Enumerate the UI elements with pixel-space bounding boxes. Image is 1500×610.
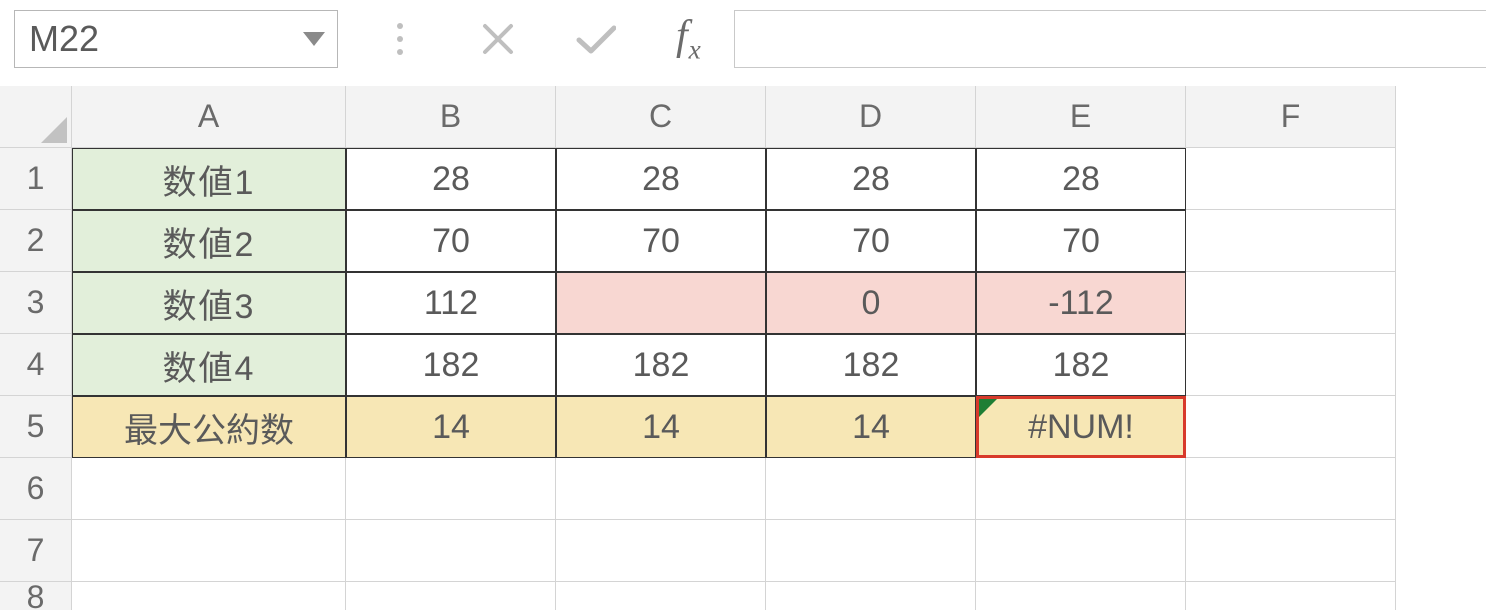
name-box[interactable]: M22 xyxy=(14,10,338,68)
insert-function-icon[interactable]: fx xyxy=(672,12,706,65)
cell-E8[interactable] xyxy=(976,582,1186,610)
formula-input[interactable] xyxy=(734,10,1486,68)
name-box-value: M22 xyxy=(29,18,99,60)
cell-F3[interactable] xyxy=(1186,272,1396,334)
cell-E3[interactable]: -112 xyxy=(976,272,1186,334)
cell-F4[interactable] xyxy=(1186,334,1396,396)
cell-D2[interactable]: 70 xyxy=(766,210,976,272)
col-header-B[interactable]: B xyxy=(346,86,556,148)
customize-qat-icon[interactable] xyxy=(378,17,422,61)
cell-B2[interactable]: 70 xyxy=(346,210,556,272)
cell-D7[interactable] xyxy=(766,520,976,582)
cell-E7[interactable] xyxy=(976,520,1186,582)
cell-C7[interactable] xyxy=(556,520,766,582)
cell-F6[interactable] xyxy=(1186,458,1396,520)
row-header-2[interactable]: 2 xyxy=(0,210,72,272)
cell-E4[interactable]: 182 xyxy=(976,334,1186,396)
cell-D6[interactable] xyxy=(766,458,976,520)
cell-D3[interactable]: 0 xyxy=(766,272,976,334)
cell-C5[interactable]: 14 xyxy=(556,396,766,458)
cell-C6[interactable] xyxy=(556,458,766,520)
cell-A1[interactable]: 数値1 xyxy=(72,148,346,210)
row-header-3[interactable]: 3 xyxy=(0,272,72,334)
spreadsheet-grid: A B C D E F 1 数値1 28 28 28 28 2 数値2 70 7… xyxy=(0,86,1500,610)
cancel-icon xyxy=(476,17,520,61)
row-header-4[interactable]: 4 xyxy=(0,334,72,396)
cell-B6[interactable] xyxy=(346,458,556,520)
name-box-dropdown-icon[interactable] xyxy=(303,32,325,46)
cell-E1[interactable]: 28 xyxy=(976,148,1186,210)
cell-E6[interactable] xyxy=(976,458,1186,520)
cell-B7[interactable] xyxy=(346,520,556,582)
cell-A7[interactable] xyxy=(72,520,346,582)
cell-E2[interactable]: 70 xyxy=(976,210,1186,272)
cell-A8[interactable] xyxy=(72,582,346,610)
col-header-E[interactable]: E xyxy=(976,86,1186,148)
col-header-F[interactable]: F xyxy=(1186,86,1396,148)
col-header-D[interactable]: D xyxy=(766,86,976,148)
cell-F5[interactable] xyxy=(1186,396,1396,458)
cell-C3[interactable] xyxy=(556,272,766,334)
formula-bar-row: M22 xyxy=(0,0,1500,86)
formula-bar-buttons: fx xyxy=(366,12,706,65)
cell-C8[interactable] xyxy=(556,582,766,610)
cell-A2[interactable]: 数値2 xyxy=(72,210,346,272)
cell-D1[interactable]: 28 xyxy=(766,148,976,210)
cell-F1[interactable] xyxy=(1186,148,1396,210)
cell-A4[interactable]: 数値4 xyxy=(72,334,346,396)
col-header-A[interactable]: A xyxy=(72,86,346,148)
select-all-corner[interactable] xyxy=(0,86,72,148)
cell-D4[interactable]: 182 xyxy=(766,334,976,396)
cell-D8[interactable] xyxy=(766,582,976,610)
cell-B3[interactable]: 112 xyxy=(346,272,556,334)
cell-B5[interactable]: 14 xyxy=(346,396,556,458)
cell-B1[interactable]: 28 xyxy=(346,148,556,210)
cell-A5[interactable]: 最大公約数 xyxy=(72,396,346,458)
excel-window: M22 xyxy=(0,0,1500,610)
row-header-8[interactable]: 8 xyxy=(0,582,72,610)
row-header-1[interactable]: 1 xyxy=(0,148,72,210)
cell-F7[interactable] xyxy=(1186,520,1396,582)
cell-E5[interactable]: #NUM! xyxy=(976,396,1186,458)
cell-A6[interactable] xyxy=(72,458,346,520)
cell-A3[interactable]: 数値3 xyxy=(72,272,346,334)
col-header-C[interactable]: C xyxy=(556,86,766,148)
cell-D5[interactable]: 14 xyxy=(766,396,976,458)
row-header-6[interactable]: 6 xyxy=(0,458,72,520)
cell-F2[interactable] xyxy=(1186,210,1396,272)
cell-C4[interactable]: 182 xyxy=(556,334,766,396)
cell-C1[interactable]: 28 xyxy=(556,148,766,210)
cell-F8[interactable] xyxy=(1186,582,1396,610)
enter-icon xyxy=(574,17,618,61)
cell-B4[interactable]: 182 xyxy=(346,334,556,396)
cell-C2[interactable]: 70 xyxy=(556,210,766,272)
row-header-7[interactable]: 7 xyxy=(0,520,72,582)
row-header-5[interactable]: 5 xyxy=(0,396,72,458)
cell-B8[interactable] xyxy=(346,582,556,610)
